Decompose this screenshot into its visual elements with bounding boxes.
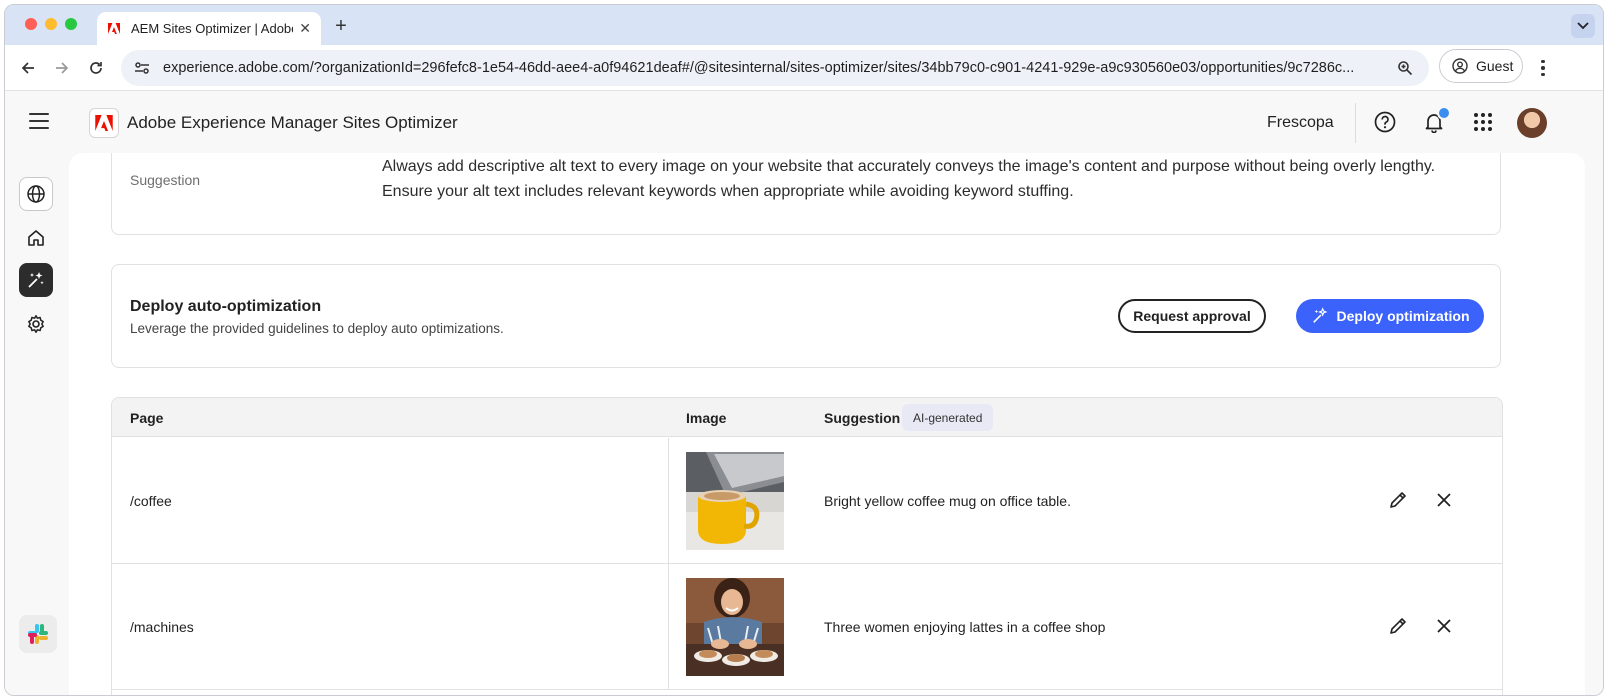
header-image: Image [686, 410, 727, 426]
tab-search-button[interactable] [1571, 14, 1595, 38]
forward-button[interactable] [51, 57, 73, 79]
close-window-button[interactable] [25, 18, 37, 30]
magic-wand-icon [1312, 307, 1327, 323]
reload-icon [90, 62, 102, 74]
rail-home-button[interactable] [19, 221, 53, 255]
notification-badge [1437, 106, 1451, 120]
table-row: /machines Three women enjoying lattes in… [112, 564, 1502, 690]
help-icon[interactable] [1372, 109, 1398, 135]
profile-label: Guest [1476, 58, 1514, 74]
adobe-logo-icon[interactable] [89, 108, 119, 138]
home-icon [28, 230, 44, 246]
suggestions-table: Page Image Suggestion AI-generated /coff… [111, 397, 1503, 695]
header-page: Page [130, 410, 164, 426]
tab-close-icon[interactable]: ✕ [299, 20, 311, 37]
url-path: /?organizationId=296fefc8-1e54-46dd-aee4… [309, 60, 1355, 76]
left-rail [5, 153, 69, 695]
deploy-card: Deploy auto-optimization Leverage the pr… [111, 264, 1501, 368]
deploy-title: Deploy auto-optimization [130, 298, 322, 315]
edit-pencil-icon[interactable] [1386, 614, 1410, 638]
slack-icon[interactable] [19, 615, 57, 653]
deploy-optimization-button[interactable]: Deploy optimization [1296, 299, 1484, 333]
suggestion-card: Suggestion Always add descriptive alt te… [111, 153, 1501, 235]
suggestion-text: Always add descriptive alt text to every… [382, 158, 1436, 200]
tab-bar: AEM Sites Optimizer | Adobe ✕ + [5, 5, 1603, 45]
browser-menu-icon[interactable] [1535, 57, 1551, 79]
table-header: Page Image Suggestion AI-generated [112, 398, 1502, 437]
browser-tab[interactable]: AEM Sites Optimizer | Adobe ✕ [97, 12, 321, 45]
chevron-down-icon [1577, 22, 1589, 30]
org-switcher[interactable]: Frescopa [1267, 114, 1334, 132]
rail-sites-button[interactable] [19, 177, 53, 211]
arrow-left-icon [21, 62, 34, 74]
suggestion-label: Suggestion [130, 172, 201, 188]
app-shell: Adobe Experience Manager Sites Optimizer… [5, 91, 1603, 695]
gear-icon [28, 315, 44, 333]
magic-wand-icon [28, 272, 44, 288]
column-divider [668, 438, 669, 563]
request-approval-button[interactable]: Request approval [1118, 299, 1266, 333]
tab-title: AEM Sites Optimizer | Adobe [131, 21, 294, 36]
edit-pencil-icon[interactable] [1386, 488, 1410, 512]
header-divider [1355, 103, 1356, 143]
cell-page: /coffee [130, 493, 172, 509]
address-bar[interactable]: experience.adobe.com/?organizationId=296… [121, 50, 1429, 86]
user-avatar[interactable] [1517, 108, 1547, 138]
new-tab-button[interactable]: + [331, 15, 351, 38]
main-content: Suggestion Always add descriptive alt te… [69, 153, 1585, 695]
menu-icon[interactable] [29, 113, 49, 129]
column-divider [668, 564, 669, 689]
rail-settings-button[interactable] [19, 307, 53, 341]
women-lattes-image [686, 578, 784, 676]
zoom-icon[interactable] [1395, 58, 1415, 78]
url-host: experience.adobe.com [163, 60, 310, 76]
minimize-window-button[interactable] [45, 18, 57, 30]
cell-suggestion: Three women enjoying lattes in a coffee … [824, 619, 1106, 635]
apps-grid-icon[interactable] [1470, 109, 1496, 135]
deploy-button-label: Deploy optimization [1336, 308, 1470, 324]
deploy-subtitle: Leverage the provided guidelines to depl… [130, 321, 504, 336]
dismiss-close-icon[interactable] [1432, 614, 1456, 638]
table-row: /coffee Bright yellow coffee mug on offi… [112, 438, 1502, 564]
profile-button[interactable]: Guest [1439, 49, 1523, 83]
maximize-window-button[interactable] [65, 18, 77, 30]
browser-toolbar: experience.adobe.com/?organizationId=296… [5, 45, 1603, 91]
back-button[interactable] [17, 57, 39, 79]
cell-suggestion: Bright yellow coffee mug on office table… [824, 493, 1071, 509]
reload-button[interactable] [85, 57, 107, 79]
arrow-right-icon [56, 62, 69, 74]
dismiss-close-icon[interactable] [1432, 488, 1456, 512]
site-settings-icon[interactable] [133, 59, 151, 77]
cell-page: /machines [130, 619, 194, 635]
adobe-favicon-icon [107, 22, 121, 36]
app-title: Adobe Experience Manager Sites Optimizer [127, 113, 458, 132]
app-header: Adobe Experience Manager Sites Optimizer… [5, 91, 1603, 153]
coffee-mug-image [686, 452, 784, 550]
rail-opportunities-button[interactable] [19, 263, 53, 297]
ai-generated-badge: AI-generated [902, 404, 994, 431]
person-circle-icon [1452, 58, 1468, 74]
browser-window: AEM Sites Optimizer | Adobe ✕ + experien… [4, 4, 1604, 696]
url-text: experience.adobe.com/?organizationId=296… [163, 60, 1385, 76]
header-suggestion: Suggestion [824, 410, 901, 426]
globe-icon [27, 185, 45, 203]
